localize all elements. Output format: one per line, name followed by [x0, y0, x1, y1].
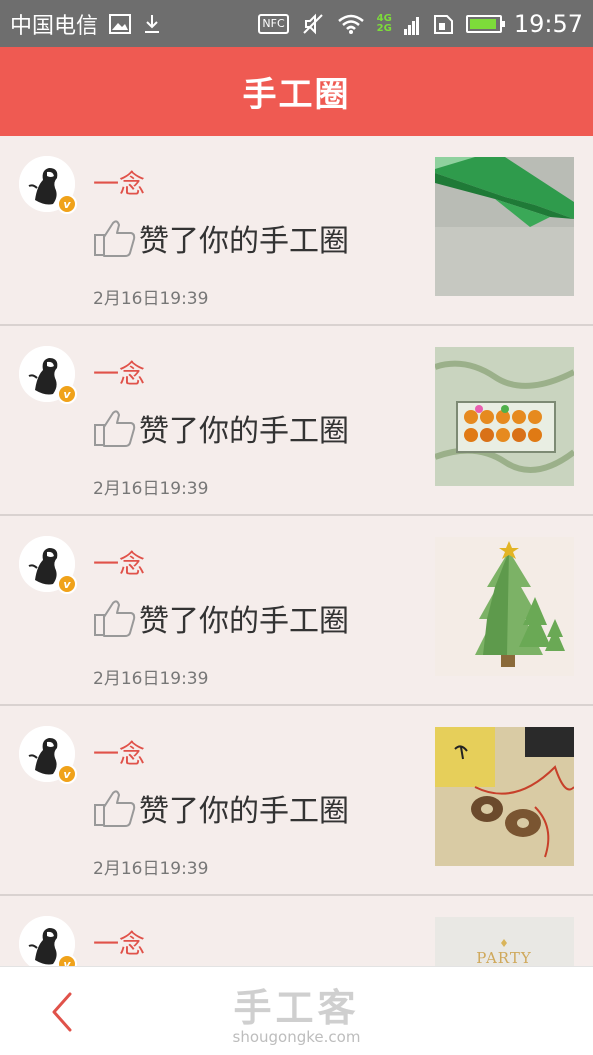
verified-badge-icon: v	[57, 194, 77, 214]
verified-badge-icon: v	[57, 574, 77, 594]
username[interactable]: 一念	[93, 354, 145, 391]
avatar[interactable]: v	[19, 156, 77, 214]
username[interactable]: 一念	[93, 164, 145, 201]
notification-list[interactable]: v 一念 赞了你的手工圈 2月16日19:39 v 一念 赞了你的手工圈 2月1…	[0, 136, 593, 966]
action-line: 赞了你的手工圈	[93, 216, 349, 260]
thumbs-up-icon	[94, 220, 136, 257]
clay-tree-photo[interactable]	[435, 537, 574, 676]
action-line: 赞了你的手工圈	[93, 406, 349, 450]
signal-icon	[403, 13, 420, 35]
status-bar: 中国电信 NFC 4G 2G 19:57	[0, 0, 593, 47]
party-card-photo[interactable]: PARTY	[435, 917, 574, 966]
watermark-cn: 手工客	[233, 986, 360, 1030]
watermark: 手工客 shougongke.com	[0, 977, 593, 1046]
download-icon	[142, 13, 162, 35]
avatar[interactable]: v	[19, 916, 77, 966]
list-item[interactable]: v 一念 赞了你的手工圈 2月16日19:39	[0, 706, 593, 896]
avatar[interactable]: v	[19, 346, 77, 404]
app-header: 手工圈	[0, 47, 593, 136]
username[interactable]: 一念	[93, 544, 145, 581]
timestamp: 2月16日19:39	[93, 859, 209, 879]
paper-plane-photo[interactable]	[435, 157, 574, 296]
watermark-en: shougongke.com	[232, 1028, 361, 1046]
action-text: 赞了你的手工圈	[139, 224, 349, 259]
carrier-label: 中国电信	[10, 13, 99, 39]
timestamp: 2月16日19:39	[93, 289, 209, 309]
bottom-bar: 手工客 shougongke.com	[0, 966, 593, 1055]
avatar[interactable]: v	[19, 536, 77, 594]
mute-icon	[301, 12, 325, 36]
list-item[interactable]: v 一念 赞了你的手工圈 2月16日19:39	[0, 136, 593, 326]
party-text: PARTY	[476, 949, 532, 966]
action-text: 赞了你的手工圈	[139, 414, 349, 449]
page-title: 手工圈	[242, 75, 351, 115]
battery-icon	[465, 14, 505, 33]
action-text: 赞了你的手工圈	[139, 604, 349, 639]
action-line: 赞了你的手工圈	[93, 596, 349, 640]
list-item[interactable]: v 一念 赞了你的手工圈 2月16日19:39	[0, 326, 593, 516]
list-item[interactable]: v 一念 PARTY	[0, 896, 593, 966]
action-line: 赞了你的手工圈	[93, 786, 349, 830]
verified-badge-icon: v	[57, 384, 77, 404]
cookies-tray-photo[interactable]	[435, 347, 574, 486]
wooden-beads-photo[interactable]	[435, 727, 574, 866]
username[interactable]: 一念	[93, 924, 145, 961]
avatar[interactable]: v	[19, 726, 77, 784]
timestamp: 2月16日19:39	[93, 669, 209, 689]
thumbs-up-icon	[94, 600, 136, 637]
list-item[interactable]: v 一念 赞了你的手工圈 2月16日19:39	[0, 516, 593, 706]
wifi-icon	[337, 13, 365, 35]
timestamp: 2月16日19:39	[93, 479, 209, 499]
sim-icon	[432, 13, 454, 35]
nfc-icon: NFC	[258, 13, 289, 34]
thumbs-up-icon	[94, 790, 136, 827]
thumbs-up-icon	[94, 410, 136, 447]
image-icon	[108, 13, 132, 35]
network-type-icon: 4G 2G	[376, 12, 392, 34]
clock: 19:57	[513, 9, 583, 38]
action-text: 赞了你的手工圈	[139, 794, 349, 829]
verified-badge-icon: v	[57, 764, 77, 784]
username[interactable]: 一念	[93, 734, 145, 771]
